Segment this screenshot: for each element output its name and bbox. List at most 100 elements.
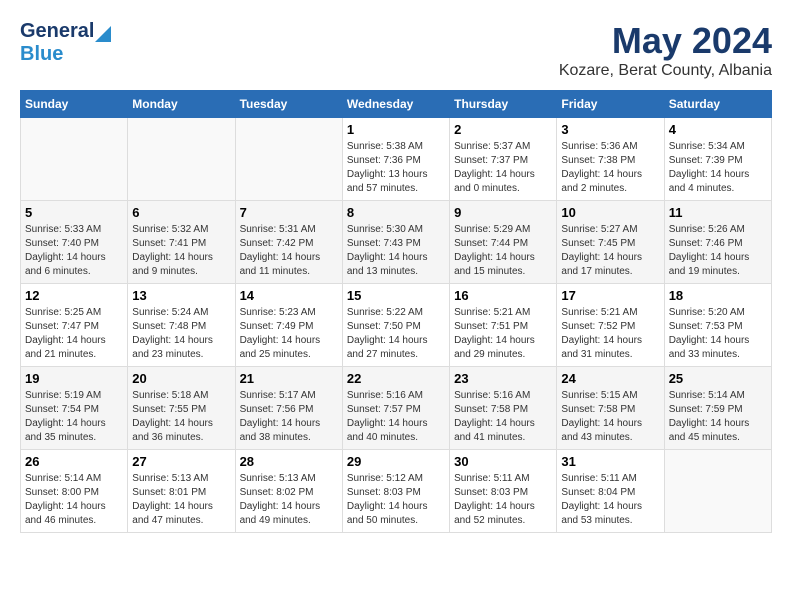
cell-info: Sunrise: 5:13 AM Sunset: 8:01 PM Dayligh… — [132, 472, 230, 528]
cell-info: Sunrise: 5:27 AM Sunset: 7:45 PM Dayligh… — [561, 223, 659, 279]
cell-info: Sunrise: 5:18 AM Sunset: 7:55 PM Dayligh… — [132, 389, 230, 445]
cell-date: 2 — [454, 122, 552, 137]
calendar-cell: 2 Sunrise: 5:37 AM Sunset: 7:37 PM Daylig… — [450, 118, 557, 201]
cell-info: Sunrise: 5:11 AM Sunset: 8:04 PM Dayligh… — [561, 472, 659, 528]
cell-date: 29 — [347, 454, 445, 469]
calendar-cell: 13 Sunrise: 5:24 AM Sunset: 7:48 PM Dayli… — [128, 284, 235, 367]
calendar-cell: 3 Sunrise: 5:36 AM Sunset: 7:38 PM Daylig… — [557, 118, 664, 201]
calendar-cell: 9 Sunrise: 5:29 AM Sunset: 7:44 PM Daylig… — [450, 201, 557, 284]
cell-date: 21 — [240, 371, 338, 386]
cell-date: 31 — [561, 454, 659, 469]
cell-date: 12 — [25, 288, 123, 303]
cell-info: Sunrise: 5:19 AM Sunset: 7:54 PM Dayligh… — [25, 389, 123, 445]
logo-icon — [95, 22, 111, 42]
cell-info: Sunrise: 5:38 AM Sunset: 7:36 PM Dayligh… — [347, 140, 445, 196]
cell-date: 16 — [454, 288, 552, 303]
calendar-cell: 15 Sunrise: 5:22 AM Sunset: 7:50 PM Dayli… — [342, 284, 449, 367]
calendar-cell — [21, 118, 128, 201]
cell-date: 1 — [347, 122, 445, 137]
calendar-week-row: 26Sunrise: 5:14 AM Sunset: 8:00 PM Dayli… — [21, 450, 772, 533]
cell-info: Sunrise: 5:15 AM Sunset: 7:58 PM Dayligh… — [561, 389, 659, 445]
calendar-header-row: SundayMondayTuesdayWednesdayThursdayFrid… — [21, 91, 772, 118]
cell-info: Sunrise: 5:22 AM Sunset: 7:50 PM Dayligh… — [347, 306, 445, 362]
day-header-monday: Monday — [128, 91, 235, 118]
calendar-cell: 31 Sunrise: 5:11 AM Sunset: 8:04 PM Dayli… — [557, 450, 664, 533]
cell-date: 14 — [240, 288, 338, 303]
cell-date: 6 — [132, 205, 230, 220]
calendar-cell: 5Sunrise: 5:33 AM Sunset: 7:40 PM Daylig… — [21, 201, 128, 284]
logo: General Blue — [20, 20, 111, 66]
cell-date: 17 — [561, 288, 659, 303]
calendar-cell: 23 Sunrise: 5:16 AM Sunset: 7:58 PM Dayli… — [450, 367, 557, 450]
cell-date: 5 — [25, 205, 123, 220]
cell-info: Sunrise: 5:34 AM Sunset: 7:39 PM Dayligh… — [669, 140, 767, 196]
calendar-cell: 16Sunrise: 5:21 AM Sunset: 7:51 PM Dayli… — [450, 284, 557, 367]
calendar-cell: 14 Sunrise: 5:23 AM Sunset: 7:49 PM Dayli… — [235, 284, 342, 367]
cell-info: Sunrise: 5:24 AM Sunset: 7:48 PM Dayligh… — [132, 306, 230, 362]
cell-info: Sunrise: 5:29 AM Sunset: 7:44 PM Dayligh… — [454, 223, 552, 279]
calendar-week-row: 12 Sunrise: 5:25 AM Sunset: 7:47 PM Dayli… — [21, 284, 772, 367]
month-title: May 2024 — [559, 20, 772, 62]
day-header-saturday: Saturday — [664, 91, 771, 118]
cell-date: 30 — [454, 454, 552, 469]
cell-info: Sunrise: 5:25 AM Sunset: 7:47 PM Dayligh… — [25, 306, 123, 362]
calendar-cell: 17 Sunrise: 5:21 AM Sunset: 7:52 PM Dayli… — [557, 284, 664, 367]
cell-info: Sunrise: 5:37 AM Sunset: 7:37 PM Dayligh… — [454, 140, 552, 196]
cell-date: 3 — [561, 122, 659, 137]
cell-date: 7 — [240, 205, 338, 220]
cell-date: 19 — [25, 371, 123, 386]
cell-date: 10 — [561, 205, 659, 220]
calendar-table: SundayMondayTuesdayWednesdayThursdayFrid… — [20, 90, 772, 533]
cell-info: Sunrise: 5:11 AM Sunset: 8:03 PM Dayligh… — [454, 472, 552, 528]
location-title: Kozare, Berat County, Albania — [559, 62, 772, 80]
calendar-cell: 4Sunrise: 5:34 AM Sunset: 7:39 PM Daylig… — [664, 118, 771, 201]
calendar-cell — [664, 450, 771, 533]
calendar-week-row: 5Sunrise: 5:33 AM Sunset: 7:40 PM Daylig… — [21, 201, 772, 284]
cell-date: 22 — [347, 371, 445, 386]
calendar-cell: 28Sunrise: 5:13 AM Sunset: 8:02 PM Dayli… — [235, 450, 342, 533]
cell-date: 11 — [669, 205, 767, 220]
page-header: General Blue May 2024 Kozare, Berat Coun… — [20, 20, 772, 80]
cell-info: Sunrise: 5:23 AM Sunset: 7:49 PM Dayligh… — [240, 306, 338, 362]
cell-date: 27 — [132, 454, 230, 469]
calendar-cell: 10 Sunrise: 5:27 AM Sunset: 7:45 PM Dayli… — [557, 201, 664, 284]
cell-date: 20 — [132, 371, 230, 386]
day-header-tuesday: Tuesday — [235, 91, 342, 118]
cell-date: 24 — [561, 371, 659, 386]
cell-date: 9 — [454, 205, 552, 220]
cell-date: 23 — [454, 371, 552, 386]
cell-info: Sunrise: 5:12 AM Sunset: 8:03 PM Dayligh… — [347, 472, 445, 528]
cell-info: Sunrise: 5:16 AM Sunset: 7:57 PM Dayligh… — [347, 389, 445, 445]
calendar-cell: 24 Sunrise: 5:15 AM Sunset: 7:58 PM Dayli… — [557, 367, 664, 450]
calendar-cell: 25Sunrise: 5:14 AM Sunset: 7:59 PM Dayli… — [664, 367, 771, 450]
calendar-week-row: 1 Sunrise: 5:38 AM Sunset: 7:36 PM Daylig… — [21, 118, 772, 201]
day-header-thursday: Thursday — [450, 91, 557, 118]
calendar-cell: 1 Sunrise: 5:38 AM Sunset: 7:36 PM Daylig… — [342, 118, 449, 201]
cell-info: Sunrise: 5:26 AM Sunset: 7:46 PM Dayligh… — [669, 223, 767, 279]
calendar-cell — [235, 118, 342, 201]
cell-info: Sunrise: 5:16 AM Sunset: 7:58 PM Dayligh… — [454, 389, 552, 445]
cell-info: Sunrise: 5:17 AM Sunset: 7:56 PM Dayligh… — [240, 389, 338, 445]
logo-blue-text: Blue — [20, 43, 63, 65]
cell-date: 13 — [132, 288, 230, 303]
logo-general-text: General — [20, 20, 94, 43]
cell-date: 15 — [347, 288, 445, 303]
calendar-cell: 27 Sunrise: 5:13 AM Sunset: 8:01 PM Dayli… — [128, 450, 235, 533]
cell-date: 25 — [669, 371, 767, 386]
calendar-cell — [128, 118, 235, 201]
calendar-cell: 21 Sunrise: 5:17 AM Sunset: 7:56 PM Dayli… — [235, 367, 342, 450]
cell-info: Sunrise: 5:36 AM Sunset: 7:38 PM Dayligh… — [561, 140, 659, 196]
calendar-cell: 12 Sunrise: 5:25 AM Sunset: 7:47 PM Dayli… — [21, 284, 128, 367]
calendar-cell: 29 Sunrise: 5:12 AM Sunset: 8:03 PM Dayli… — [342, 450, 449, 533]
calendar-cell: 30 Sunrise: 5:11 AM Sunset: 8:03 PM Dayli… — [450, 450, 557, 533]
calendar-cell: 7Sunrise: 5:31 AM Sunset: 7:42 PM Daylig… — [235, 201, 342, 284]
calendar-cell: 26Sunrise: 5:14 AM Sunset: 8:00 PM Dayli… — [21, 450, 128, 533]
calendar-cell: 20 Sunrise: 5:18 AM Sunset: 7:55 PM Dayli… — [128, 367, 235, 450]
cell-info: Sunrise: 5:21 AM Sunset: 7:52 PM Dayligh… — [561, 306, 659, 362]
cell-info: Sunrise: 5:20 AM Sunset: 7:53 PM Dayligh… — [669, 306, 767, 362]
calendar-cell: 22 Sunrise: 5:16 AM Sunset: 7:57 PM Dayli… — [342, 367, 449, 450]
cell-info: Sunrise: 5:13 AM Sunset: 8:02 PM Dayligh… — [240, 472, 338, 528]
day-header-friday: Friday — [557, 91, 664, 118]
calendar-cell: 8Sunrise: 5:30 AM Sunset: 7:43 PM Daylig… — [342, 201, 449, 284]
cell-info: Sunrise: 5:30 AM Sunset: 7:43 PM Dayligh… — [347, 223, 445, 279]
